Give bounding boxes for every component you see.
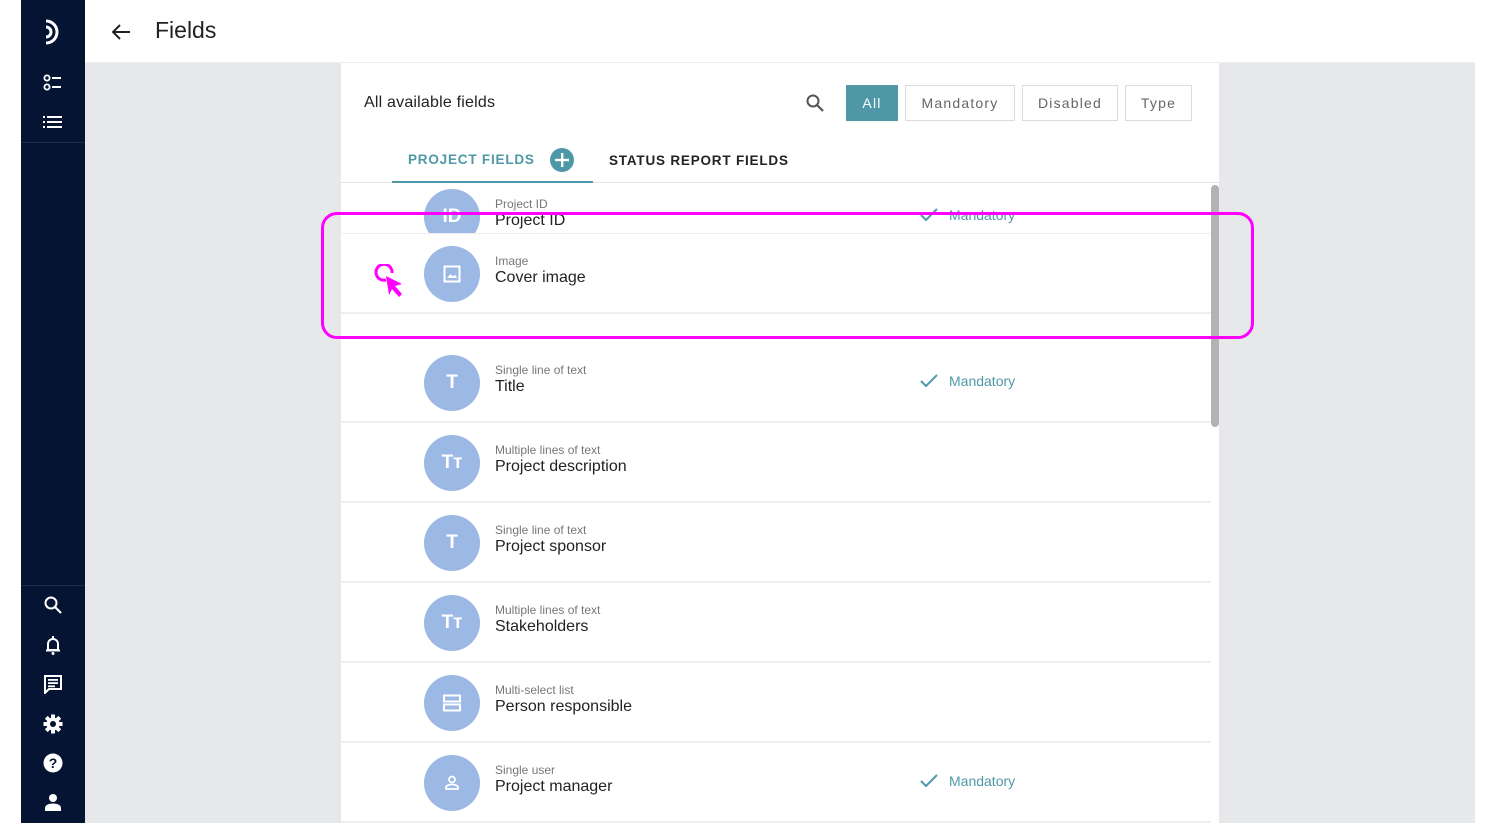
field-name: Project ID xyxy=(495,212,566,229)
check-icon xyxy=(920,774,938,788)
brand-logo-icon[interactable] xyxy=(21,17,85,47)
filter-type-button[interactable]: Type xyxy=(1125,85,1192,121)
mandatory-indicator: Mandatory xyxy=(919,373,1015,389)
image-icon xyxy=(443,265,461,283)
tab-bar: PROJECT FIELDS STATUS REPORT FIELDS xyxy=(341,138,1219,183)
tab-project-fields[interactable]: PROJECT FIELDS xyxy=(392,138,593,183)
field-name: Project manager xyxy=(495,778,613,795)
panel-title: All available fields xyxy=(364,94,496,111)
chat-icon[interactable] xyxy=(21,669,85,699)
arrow-left-icon xyxy=(111,24,130,40)
field-row-cover-image[interactable]: Image Cover image xyxy=(341,233,1211,313)
field-type-label: Single user xyxy=(495,763,556,777)
filter-mandatory-button[interactable]: Mandatory xyxy=(905,85,1015,121)
field-row-stakeholders[interactable]: Tт Multiple lines of text Stakeholders xyxy=(341,583,1211,663)
help-icon[interactable]: ? xyxy=(21,748,85,778)
sidebar-divider xyxy=(21,142,85,143)
check-icon xyxy=(920,208,938,222)
sidebar: ? xyxy=(21,0,85,823)
page-title: Fields xyxy=(155,17,217,43)
scrollbar-thumb[interactable] xyxy=(1211,185,1219,427)
field-type-label: Multi-select list xyxy=(495,683,574,697)
list-icon[interactable] xyxy=(21,107,85,137)
avatar: Tт xyxy=(424,435,480,491)
field-name: Project description xyxy=(495,458,627,475)
back-button[interactable] xyxy=(109,20,133,44)
svg-text:?: ? xyxy=(49,755,58,771)
search-icon xyxy=(806,94,824,112)
field-type-label: Image xyxy=(495,254,529,268)
add-field-button[interactable] xyxy=(549,147,574,172)
mandatory-label: Mandatory xyxy=(949,207,1016,223)
user-icon[interactable] xyxy=(21,787,85,817)
tab-label: PROJECT FIELDS xyxy=(408,152,535,167)
field-row-project-sponsor[interactable]: T Single line of text Project sponsor xyxy=(341,503,1211,583)
field-row-title[interactable]: T Single line of text Title Mandatory xyxy=(341,343,1211,423)
bell-icon[interactable] xyxy=(21,630,85,660)
person-icon xyxy=(445,775,459,790)
fields-panel: All available fields All Mandatory Disab… xyxy=(341,63,1219,823)
field-name: Project sponsor xyxy=(495,538,607,555)
mandatory-label: Mandatory xyxy=(949,373,1016,389)
top-bar: Fields xyxy=(85,0,1475,63)
field-name: Cover image xyxy=(495,269,586,286)
filter-disabled-button[interactable]: Disabled xyxy=(1022,85,1118,121)
checklist-icon[interactable] xyxy=(21,68,85,98)
field-type-label: Single line of text xyxy=(495,363,587,377)
plus-icon xyxy=(554,152,569,167)
field-row-project-manager[interactable]: Single user Project manager Mandatory xyxy=(341,743,1211,823)
multi-select-icon xyxy=(443,694,461,712)
field-name: Person responsible xyxy=(495,698,632,715)
field-type-label: Project ID xyxy=(495,197,548,211)
tab-status-report-fields[interactable]: STATUS REPORT FIELDS xyxy=(609,138,789,183)
avatar: Tт xyxy=(424,595,480,651)
field-type-label: Multiple lines of text xyxy=(495,443,601,457)
field-list: ID Project ID Project ID Mandatory Image… xyxy=(341,183,1211,823)
filter-all-button[interactable]: All xyxy=(846,85,898,121)
field-row-person-responsible[interactable]: Multi-select list Person responsible xyxy=(341,663,1211,743)
drag-cursor-icon xyxy=(372,262,412,300)
mandatory-indicator: Mandatory xyxy=(919,773,1015,789)
search-icon[interactable] xyxy=(21,590,85,620)
search-button[interactable] xyxy=(803,91,827,115)
avatar xyxy=(424,755,480,811)
gear-icon[interactable] xyxy=(21,709,85,739)
avatar xyxy=(424,246,480,302)
app-root: ? Fields All available fields All Mandat… xyxy=(21,0,1475,823)
sidebar-divider xyxy=(21,585,85,586)
avatar xyxy=(424,675,480,731)
field-row-project-description[interactable]: Tт Multiple lines of text Project descri… xyxy=(341,423,1211,503)
avatar: T xyxy=(424,515,480,571)
field-type-label: Multiple lines of text xyxy=(495,603,601,617)
mandatory-label: Mandatory xyxy=(949,773,1016,789)
mandatory-indicator: Mandatory xyxy=(919,207,1015,223)
field-type-label: Single line of text xyxy=(495,523,587,537)
check-icon xyxy=(920,374,938,388)
field-name: Stakeholders xyxy=(495,618,589,635)
avatar: T xyxy=(424,355,480,411)
field-name: Title xyxy=(495,378,525,395)
